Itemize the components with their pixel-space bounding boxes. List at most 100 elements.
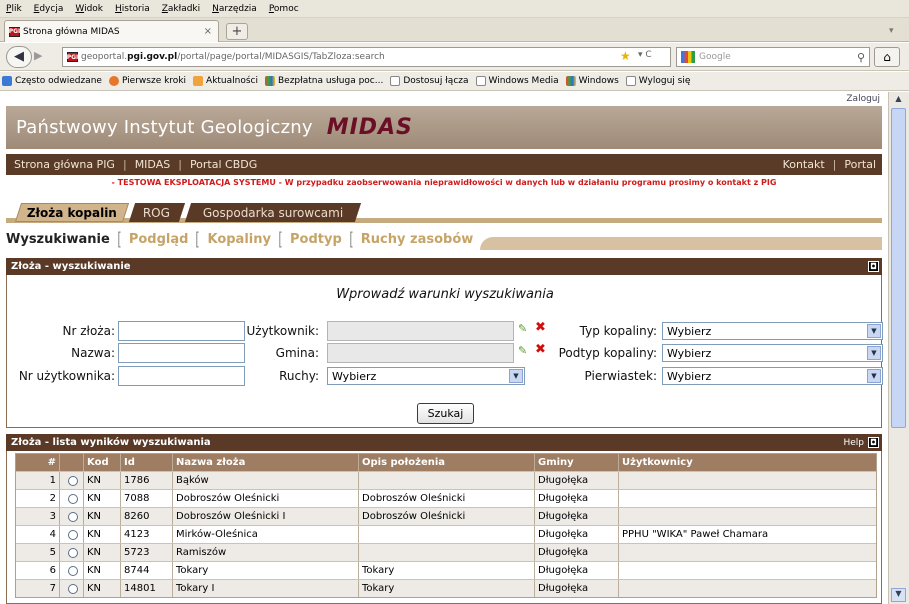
bookmark-windows[interactable]: Windows: [565, 76, 619, 86]
subtab-wyszukiwanie[interactable]: Wyszukiwanie: [6, 232, 110, 247]
scroll-up-icon[interactable]: ▲: [891, 94, 906, 106]
subtab-podtyp[interactable]: Podtyp: [290, 232, 342, 247]
help-link[interactable]: Help: [843, 438, 864, 448]
cell-number: 6: [16, 562, 60, 579]
tab-close-icon[interactable]: ×: [204, 26, 212, 37]
bookmark-aktualnosci[interactable]: Aktualności: [193, 76, 258, 86]
subtab-separator: [: [349, 228, 354, 250]
nav-midas[interactable]: MIDAS: [135, 158, 171, 171]
table-header: # Kod Id Nazwa złoża Opis położenia Gmin…: [16, 454, 876, 471]
clear-user-icon[interactable]: ✖: [535, 320, 546, 335]
bookmark-windows-media[interactable]: Windows Media: [475, 76, 559, 86]
table-row[interactable]: 5 KN 5723 Ramiszów Długołęka: [16, 543, 876, 561]
table-body: 1 KN 1786 Bąków Długołęka 2 KN 7088 Dobroszów Ol…: [16, 471, 876, 597]
menu-edycja[interactable]: Edycja: [34, 4, 64, 14]
nav-portal-cbdg[interactable]: Portal CBDG: [190, 158, 257, 171]
magnifier-icon[interactable]: ⚲: [857, 51, 865, 64]
row-radio-button[interactable]: [68, 547, 78, 558]
col-header-gminy[interactable]: Gminy: [535, 454, 619, 471]
ruchy-select[interactable]: Wybierz ▼: [327, 367, 525, 385]
nr-zloza-input[interactable]: [118, 321, 245, 341]
cell-id: 8744: [121, 562, 173, 579]
tab-zloza-kopalin[interactable]: Złoża kopalin: [14, 203, 130, 222]
col-header-id[interactable]: Id: [121, 454, 173, 471]
cell-id: 4123: [121, 526, 173, 543]
row-radio-button[interactable]: [68, 475, 78, 486]
cell-uzytkownicy: PPHU "WIKA" Paweł Chamara: [622, 529, 769, 540]
tab-gospodarka-surowcami[interactable]: Gospodarka surowcami: [184, 203, 362, 222]
forward-arrow-icon[interactable]: ▶: [34, 49, 42, 62]
cell-kod: KN: [84, 472, 121, 489]
menu-plik[interactable]: Plik: [6, 4, 22, 14]
row-radio-button[interactable]: [68, 565, 78, 576]
url-prefix: geoportal.: [81, 52, 128, 62]
cell-nazwa: Mirków-Oleśnica: [173, 526, 359, 543]
table-row[interactable]: 1 KN 1786 Bąków Długołęka: [16, 471, 876, 489]
col-header-nazwa[interactable]: Nazwa złoża: [173, 454, 359, 471]
cell-number: 7: [16, 580, 60, 597]
bookmark-bezplatna[interactable]: Bezpłatna usługa poc...: [265, 76, 383, 86]
results-panel: # Kod Id Nazwa złoża Opis położenia Gmin…: [6, 451, 882, 604]
col-header-opis[interactable]: Opis położenia: [359, 454, 535, 471]
col-header-uzytkownicy[interactable]: Użytkownicy: [619, 454, 876, 471]
nav-strona-glowna[interactable]: Strona główna PIG: [14, 158, 115, 171]
browser-tab-active[interactable]: PGI Strona główna MIDAS ×: [4, 20, 219, 42]
tab-label: ROG: [143, 205, 171, 220]
cell-number: 2: [16, 490, 60, 507]
cell-select: [60, 544, 84, 561]
typ-kopaliny-select[interactable]: Wybierz ▼: [662, 322, 883, 340]
new-tab-button[interactable]: +: [226, 23, 248, 40]
subtab-kopaliny[interactable]: Kopaliny: [207, 232, 271, 247]
table-row[interactable]: 3 KN 8260 Dobroszów Oleśnicki I Dobroszów Ol…: [16, 507, 876, 525]
cell-id: 14801: [121, 580, 173, 597]
nav-separator: |: [832, 158, 837, 171]
search-button[interactable]: Szukaj: [417, 403, 474, 424]
nav-kontakt[interactable]: Kontakt: [783, 158, 825, 171]
subtab-ruchy-zasobow[interactable]: Ruchy zasobów: [361, 232, 473, 247]
bookmark-czesto[interactable]: Często odwiedzane: [2, 76, 102, 86]
scrollbar-thumb[interactable]: [891, 108, 906, 428]
panel-toggle-icon[interactable]: ◘: [868, 261, 879, 272]
nazwa-input[interactable]: [118, 343, 245, 363]
pick-user-icon[interactable]: ✎: [518, 322, 527, 335]
tab-rog[interactable]: ROG: [128, 203, 186, 222]
login-link[interactable]: Zaloguj: [846, 94, 880, 104]
cell-id: 1786: [121, 472, 173, 489]
menu-widok[interactable]: Widok: [75, 4, 103, 14]
pick-gmina-icon[interactable]: ✎: [518, 344, 527, 357]
col-header-kod[interactable]: Kod: [84, 454, 121, 471]
search-input[interactable]: Google ⚲: [676, 47, 870, 67]
subtab-podglad[interactable]: Podgląd: [129, 232, 189, 247]
table-row[interactable]: 2 KN 7088 Dobroszów Oleśnicki Dobroszów Oleś…: [16, 489, 876, 507]
row-radio-button[interactable]: [68, 583, 78, 594]
back-arrow-icon[interactable]: ◀: [6, 46, 32, 68]
bookmark-star-icon[interactable]: ★: [620, 49, 631, 63]
url-input[interactable]: PGI geoportal. pgi.gov.pl/portal/page/por…: [62, 47, 671, 67]
tab-list-chevron-icon[interactable]: ▾: [889, 26, 894, 36]
warning-message: - TESTOWA EKSPLOATACJA SYSTEMU - W przyp…: [111, 178, 777, 187]
nr-uzytkownika-input[interactable]: [118, 366, 245, 386]
row-radio-button[interactable]: [68, 493, 78, 504]
table-row[interactable]: 4 KN 4123 Mirków-Oleśnica Długołęka PPHU "WIK…: [16, 525, 876, 543]
uzytkownik-label: Użytkownik:: [246, 324, 320, 338]
menu-pomoc[interactable]: Pomoc: [269, 4, 299, 14]
reload-icon[interactable]: ▾ C: [638, 50, 652, 60]
podtyp-kopaliny-select[interactable]: Wybierz ▼: [662, 344, 883, 362]
table-row[interactable]: 7 KN 14801 Tokary I Tokary Długołęka: [16, 579, 876, 597]
table-row[interactable]: 6 KN 8744 Tokary Tokary Długołęka: [16, 561, 876, 579]
scroll-down-icon[interactable]: ▼: [891, 588, 906, 602]
panel-toggle-icon[interactable]: ◘: [868, 437, 879, 448]
pierwiastek-select[interactable]: Wybierz ▼: [662, 367, 883, 385]
bookmark-dostosuj[interactable]: Dostosuj łącza: [390, 76, 469, 86]
nav-portal[interactable]: Portal: [844, 158, 876, 171]
bookmark-wyloguj[interactable]: Wyloguj się: [625, 76, 690, 86]
home-icon[interactable]: ⌂: [874, 47, 900, 67]
menu-zakladki[interactable]: Zakładki: [162, 4, 200, 14]
row-radio-button[interactable]: [68, 529, 78, 540]
menu-narzedzia[interactable]: Narzędzia: [212, 4, 257, 14]
bookmark-pierwsze[interactable]: Pierwsze kroki: [108, 76, 186, 86]
cell-kod: KN: [84, 544, 121, 561]
menu-historia[interactable]: Historia: [115, 4, 150, 14]
cell-select: [60, 490, 84, 507]
row-radio-button[interactable]: [68, 511, 78, 522]
